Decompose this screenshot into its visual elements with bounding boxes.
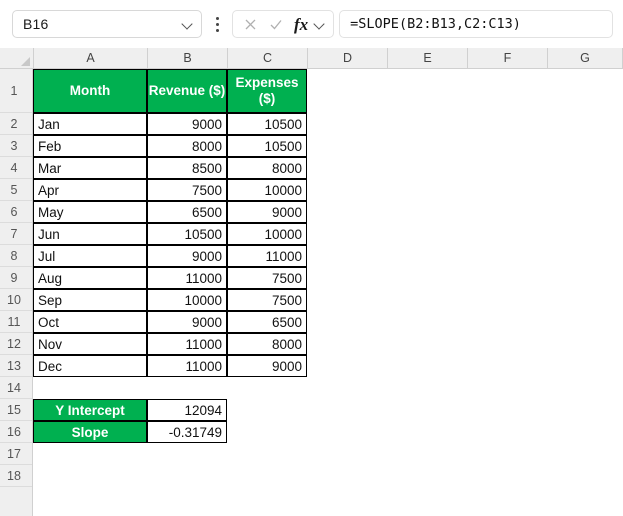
cell-c11-expenses[interactable]: 6500 xyxy=(227,311,307,333)
row-header-10[interactable]: 10 xyxy=(0,289,32,311)
cell-c9-expenses[interactable]: 7500 xyxy=(227,267,307,289)
row-header-7[interactable]: 7 xyxy=(0,223,32,245)
cell-b2-revenue[interactable]: 9000 xyxy=(147,113,227,135)
cell-a7-month[interactable]: Jun xyxy=(33,223,147,245)
cell-c12-expenses[interactable]: 8000 xyxy=(227,333,307,355)
cell-a15-result-label[interactable]: Y Intercept xyxy=(33,399,147,421)
cell-b10-revenue[interactable]: 10000 xyxy=(147,289,227,311)
cell-grid[interactable]: Month Revenue ($) Expenses ($) Jan 9000 10500… xyxy=(33,69,623,516)
cell-b9-revenue[interactable]: 11000 xyxy=(147,267,227,289)
column-header-row: A B C D E F G xyxy=(0,48,623,69)
column-header-f[interactable]: F xyxy=(468,48,548,68)
cell-a9-month[interactable]: Aug xyxy=(33,267,147,289)
row-header-column: 1 2 3 4 5 6 7 8 9 10 11 12 13 14 15 16 17 18 xyxy=(0,69,33,516)
cell-b8-revenue[interactable]: 9000 xyxy=(147,245,227,267)
row-header-13[interactable]: 13 xyxy=(0,355,32,377)
row-header-5[interactable]: 5 xyxy=(0,179,32,201)
cell-b11-revenue[interactable]: 9000 xyxy=(147,311,227,333)
column-header-c[interactable]: C xyxy=(228,48,308,68)
cell-a5-month[interactable]: Apr xyxy=(33,179,147,201)
row-header-16[interactable]: 16 xyxy=(0,421,32,443)
cell-c4-expenses[interactable]: 8000 xyxy=(227,157,307,179)
cell-b4-revenue[interactable]: 8500 xyxy=(147,157,227,179)
formula-input[interactable]: =SLOPE(B2:B13,C2:C13) xyxy=(339,10,613,38)
name-box[interactable]: B16 xyxy=(12,10,202,38)
cell-c2-expenses[interactable]: 10500 xyxy=(227,113,307,135)
row-header-2[interactable]: 2 xyxy=(0,113,32,135)
cell-a4-month[interactable]: Mar xyxy=(33,157,147,179)
check-icon[interactable] xyxy=(265,13,287,35)
select-all-corner[interactable] xyxy=(0,48,34,68)
column-header-e[interactable]: E xyxy=(388,48,468,68)
row-header-17[interactable]: 17 xyxy=(0,443,32,465)
name-box-value: B16 xyxy=(23,16,49,32)
row-header-11[interactable]: 11 xyxy=(0,311,32,333)
row-header-1[interactable]: 1 xyxy=(0,69,32,113)
cell-a3-month[interactable]: Feb xyxy=(33,135,147,157)
insert-function-icon[interactable]: fx xyxy=(291,16,310,33)
cell-a8-month[interactable]: Jul xyxy=(33,245,147,267)
cell-b5-revenue[interactable]: 7500 xyxy=(147,179,227,201)
sheet-body: 1 2 3 4 5 6 7 8 9 10 11 12 13 14 15 16 17 18 Month Revenue… xyxy=(0,69,623,516)
row-header-15[interactable]: 15 xyxy=(0,399,32,421)
row-header-9[interactable]: 9 xyxy=(0,267,32,289)
row-header-3[interactable]: 3 xyxy=(0,135,32,157)
row-header-4[interactable]: 4 xyxy=(0,157,32,179)
cell-c8-expenses[interactable]: 11000 xyxy=(227,245,307,267)
cell-b15-result-value[interactable]: 12094 xyxy=(147,399,227,421)
column-header-d[interactable]: D xyxy=(308,48,388,68)
cell-c7-expenses[interactable]: 10000 xyxy=(227,223,307,245)
cell-b12-revenue[interactable]: 11000 xyxy=(147,333,227,355)
cell-a2-month[interactable]: Jan xyxy=(33,113,147,135)
formula-bar: B16 fx =SLOPE(B2:B13,C2:C13) xyxy=(0,0,623,48)
kebab-menu-icon[interactable] xyxy=(208,10,226,38)
row-header-8[interactable]: 8 xyxy=(0,245,32,267)
cell-c10-expenses[interactable]: 7500 xyxy=(227,289,307,311)
row-header-18[interactable]: 18 xyxy=(0,465,32,487)
cell-a16-result-label[interactable]: Slope xyxy=(33,421,147,443)
close-icon[interactable] xyxy=(239,13,261,35)
column-header-g[interactable]: G xyxy=(548,48,623,68)
cell-b7-revenue[interactable]: 10500 xyxy=(147,223,227,245)
spreadsheet: A B C D E F G 1 2 3 4 5 6 7 8 9 10 11 12 13 14 15 16 17 1… xyxy=(0,48,623,516)
cell-b16-result-value[interactable]: -0.31749 xyxy=(147,421,227,443)
cell-b1-revenue-header[interactable]: Revenue ($) xyxy=(147,69,227,113)
cell-a6-month[interactable]: May xyxy=(33,201,147,223)
chevron-down-icon[interactable] xyxy=(182,18,195,31)
cell-a10-month[interactable]: Sep xyxy=(33,289,147,311)
formula-text: =SLOPE(B2:B13,C2:C13) xyxy=(350,16,521,32)
column-header-a[interactable]: A xyxy=(34,48,148,68)
cell-c1-expenses-header[interactable]: Expenses ($) xyxy=(227,69,307,113)
cell-a11-month[interactable]: Oct xyxy=(33,311,147,333)
cell-c3-expenses[interactable]: 10500 xyxy=(227,135,307,157)
cell-b3-revenue[interactable]: 8000 xyxy=(147,135,227,157)
cell-c13-expenses[interactable]: 9000 xyxy=(227,355,307,377)
cell-a13-month[interactable]: Dec xyxy=(33,355,147,377)
cell-b13-revenue[interactable]: 11000 xyxy=(147,355,227,377)
chevron-down-icon[interactable] xyxy=(314,18,327,31)
cell-c5-expenses[interactable]: 10000 xyxy=(227,179,307,201)
formula-actions-group: fx xyxy=(232,10,335,38)
column-header-b[interactable]: B xyxy=(148,48,228,68)
row-header-6[interactable]: 6 xyxy=(0,201,32,223)
cell-c6-expenses[interactable]: 9000 xyxy=(227,201,307,223)
cell-b6-revenue[interactable]: 6500 xyxy=(147,201,227,223)
cell-a12-month[interactable]: Nov xyxy=(33,333,147,355)
row-header-12[interactable]: 12 xyxy=(0,333,32,355)
row-header-14[interactable]: 14 xyxy=(0,377,32,399)
cell-a1-month-header[interactable]: Month xyxy=(33,69,147,113)
